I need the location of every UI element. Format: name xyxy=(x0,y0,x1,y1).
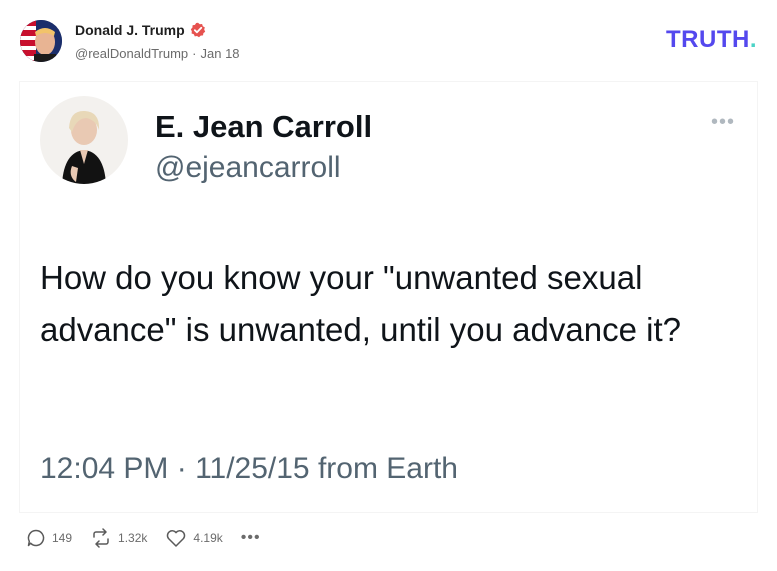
like-button[interactable]: 4.19k xyxy=(165,528,223,548)
ellipsis-icon: ••• xyxy=(240,529,261,546)
post-actions-bar: 149 1.32k 4.19k ••• xyxy=(26,528,261,548)
author-name-row: Donald J. Trump xyxy=(75,22,206,38)
heart-icon xyxy=(165,528,187,548)
post-header: Donald J. Trump @realDonaldTrump · Jan 1… xyxy=(0,0,777,78)
truth-logo-text: TRUTH xyxy=(666,26,750,53)
truth-logo-dot: . xyxy=(749,26,757,53)
reply-button[interactable]: 149 xyxy=(26,528,72,548)
tweet-screenshot-card[interactable]: E. Jean Carroll @ejeancarroll ••• How do… xyxy=(20,82,757,512)
tweet-timestamp: 12:04 PM · 11/25/15 from Earth xyxy=(40,452,458,485)
meta-separator: · xyxy=(192,46,197,61)
truth-logo: TRUTH. xyxy=(666,26,757,54)
author-meta: @realDonaldTrump · Jan 18 xyxy=(75,46,240,61)
author-handle[interactable]: @realDonaldTrump xyxy=(75,46,188,61)
post-date[interactable]: Jan 18 xyxy=(201,46,240,61)
reply-count: 149 xyxy=(52,531,73,545)
author-name[interactable]: Donald J. Trump xyxy=(75,22,185,38)
tweet-author-handle: @ejeancarroll xyxy=(155,151,341,184)
retruth-count: 1.32k xyxy=(118,531,148,545)
author-avatar-image xyxy=(20,20,62,62)
retruth-button[interactable]: 1.32k xyxy=(90,528,147,548)
tweet-author-avatar xyxy=(40,96,128,184)
tweet-avatar-image xyxy=(40,96,128,184)
retruth-icon xyxy=(90,528,112,548)
more-options-button[interactable]: ••• xyxy=(240,529,261,546)
like-count: 4.19k xyxy=(193,531,223,545)
tweet-more-ellipsis-icon: ••• xyxy=(710,111,735,133)
tweet-body-text: How do you know your "unwanted sexual ad… xyxy=(40,259,681,348)
verified-badge-icon xyxy=(190,22,206,38)
author-avatar[interactable] xyxy=(20,20,62,62)
comment-icon xyxy=(26,528,46,548)
tweet-author-name: E. Jean Carroll xyxy=(155,109,373,144)
